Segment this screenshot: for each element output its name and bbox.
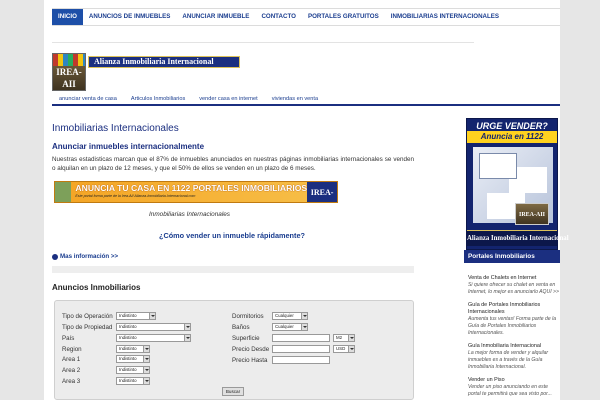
list-item: Guía Inmobiliaria Internacional La mejor… [468,343,560,371]
nav-item-anunciar[interactable]: ANUNCIAR INMUEBLE [176,9,255,25]
chevron-down-icon [301,324,307,330]
select-region[interactable]: Indistinto [116,345,150,353]
section-subtitle[interactable]: Anunciar inmuebles internacionalmente [52,142,204,151]
chevron-down-icon [301,313,307,319]
chevron-down-icon [184,335,190,341]
label-banos: Baños [232,324,250,331]
banner-caption: Inmobiliarias Internacionales [149,211,230,218]
sidebar-logo: IREA-AII [515,203,549,225]
list-item-desc: Si quiere ofrecer su chalet en venta en … [468,282,559,295]
house-thumbnail [55,182,72,202]
chevron-down-icon [348,335,354,341]
banner-small-text: Este portal forma parte de la Irea-AII A… [75,194,196,198]
subnav-item[interactable]: vender casa en internet [192,92,264,104]
flags-icon [53,54,85,66]
list-item-desc: La mejor forma de vender y alquilar inmu… [468,350,549,370]
label-tipo-operacion: Tipo de Operación [62,313,113,320]
list-item-title[interactable]: Vender un Piso [468,377,560,384]
intro-paragraph: Nuestras estadisticas marcan que el 87% … [52,156,414,172]
chevron-down-icon [143,378,149,384]
list-item-desc: Aumenta tus ventas! Forma parte de la Gu… [468,316,557,336]
nav-item-anuncios[interactable]: ANUNCIOS DE INMUEBLES [83,9,176,25]
banner-headline: ANUNCIA TU CASA EN 1122 PORTALES INMOBIL… [75,183,308,193]
nav-item-contacto[interactable]: CONTACTO [255,9,302,25]
banner-logo: IREA-AII [307,182,337,219]
brand-banner[interactable]: Alianza Inmobiliaria Internacional [88,56,240,68]
subnav-item[interactable]: Articulos Inmobiliarios [124,92,192,104]
nav-item-inicio[interactable]: INICIO [52,9,83,25]
select-banos[interactable]: Cualquier [272,323,308,331]
anuncios-heading: Anuncios Inmobiliarios [52,283,141,292]
chevron-down-icon [149,313,155,319]
select-area-2[interactable]: Indistinto [116,366,150,374]
page: INICIO ANUNCIOS DE INMUEBLES ANUNCIAR IN… [44,0,569,400]
select-currency[interactable]: USD [333,345,355,353]
subnav-item[interactable]: anunciar venta de casa [52,92,124,104]
label-superficie: Superficie [232,335,260,342]
list-item-title[interactable]: Guía de Portales Inmobiliarios Internaci… [468,302,560,316]
label-region: Region [62,346,82,353]
label-precio-desde: Precio Desde [232,346,270,353]
select-superficie-unit[interactable]: M2 [333,334,355,342]
page-title: Inmobiliarias Internacionales [52,123,179,134]
select-area-3[interactable]: Indistinto [116,377,150,385]
list-item: Vender un Piso Vender un piso anunciando… [468,377,560,398]
alianza-text: Alianza Inmobiliaria Internacional [467,230,569,246]
how-to-sell-link[interactable]: ¿Cómo vender un inmueble rápidamente? [159,231,305,240]
anuncia-portales-text: Anuncia en 1122 Portales [467,131,557,153]
list-item-title[interactable]: Guía Inmobiliaria Internacional [468,343,560,350]
superficie-input[interactable] [272,334,330,342]
chevron-down-icon [348,346,354,352]
logo-text: IREA-AII [56,67,82,89]
chevron-down-icon [143,356,149,362]
precio-desde-input[interactable] [272,345,330,353]
label-pais: País [62,335,75,342]
subnav-item[interactable]: viviendas en venta [265,92,325,104]
main-nav: INICIO ANUNCIOS DE INMUEBLES ANUNCIAR IN… [52,8,560,26]
select-tipo-operacion[interactable]: Indistinto [116,312,156,320]
more-info-link[interactable]: Mas información >> [52,253,118,260]
search-button[interactable]: Buscar [222,387,244,396]
sub-nav: anunciar venta de casa Articulos Inmobil… [52,92,560,106]
list-item: Guía de Portales Inmobiliarios Internaci… [468,302,560,337]
label-area-1: Area 1 [62,356,81,363]
more-info-label: Mas información >> [60,253,119,260]
sidebar-ad[interactable]: URGE VENDER? Anuncia en 1122 Portales IR… [466,118,569,250]
precio-hasta-input[interactable] [272,356,330,364]
chevron-down-icon [184,324,190,330]
site-logo[interactable]: IREA-AII [52,53,86,91]
label-dormitorios: Dormitorios [232,313,264,320]
list-item: Venta de Chalets en Internet Si quiere o… [468,275,560,296]
label-tipo-propiedad: Tipo de Propiedad [62,324,113,331]
divider [52,42,474,43]
nav-item-inmobiliarias[interactable]: INMOBILIARIAS INTERNACIONALES [385,9,505,25]
select-pais[interactable]: Indistinto [116,334,191,342]
list-item-title[interactable]: Venta de Chalets en Internet [468,275,560,282]
chevron-down-icon [143,346,149,352]
separator-bar [52,266,414,273]
select-tipo-propiedad[interactable]: Indistinto [116,323,191,331]
select-area-1[interactable]: Indistinto [116,355,150,363]
chevron-down-icon [143,367,149,373]
label-area-2: Area 2 [62,367,81,374]
label-area-3: Area 3 [62,378,81,385]
select-dormitorios[interactable]: Cualquier [272,312,308,320]
portales-header: Portales Inmobiliarios Asociados [464,250,560,273]
label-precio-hasta: Precio Hasta [232,357,268,364]
nav-item-portales[interactable]: PORTALES GRATUITOS [302,9,385,25]
list-item-desc: Vender un piso anunciando en este portal… [468,384,552,397]
bullet-icon [52,253,58,260]
anuncia-banner[interactable]: ANUNCIA TU CASA EN 1122 PORTALES INMOBIL… [54,181,338,219]
portales-list: Venta de Chalets en Internet Si quiere o… [468,275,560,400]
urge-vender-text: URGE VENDER? [476,121,548,131]
